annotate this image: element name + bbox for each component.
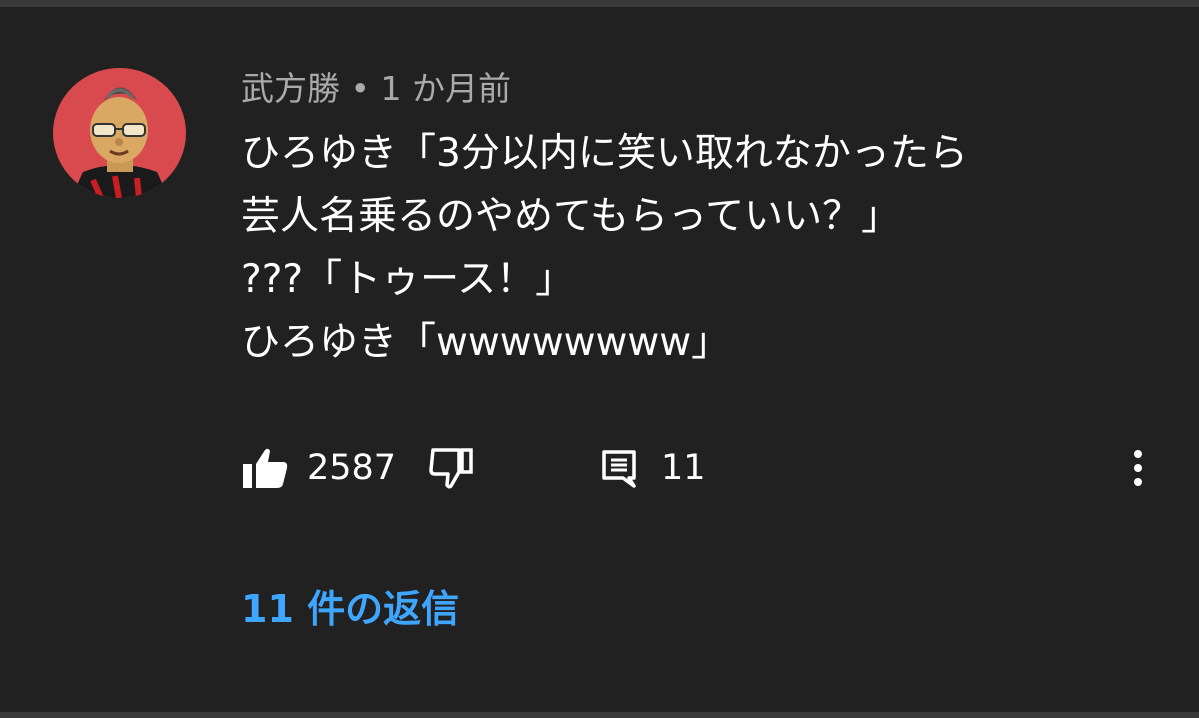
more-actions-button[interactable] (1123, 440, 1153, 496)
like-count: 2587 (307, 448, 397, 488)
vertical-ellipsis-icon[interactable] (1123, 446, 1153, 490)
thumbs-up-filled-icon[interactable] (241, 446, 289, 490)
comment-meta: 武方勝 • 1 か月前 (241, 66, 511, 112)
comment-text: ひろゆき「3分以内に笑い取れなかったら 芸人名乗るのやめてもらっていい？」 ??… (241, 122, 1161, 374)
dislike-control (429, 440, 477, 496)
comment-line: ひろゆき「3分以内に笑い取れなかったら (241, 131, 968, 176)
comment-icon[interactable] (601, 446, 637, 490)
comment-line: ???「トゥース！」 (241, 257, 575, 302)
comment-actions: 2587 11 (241, 440, 1161, 496)
comment-timestamp[interactable]: 1 か月前 (380, 69, 511, 108)
author-name[interactable]: 武方勝 (241, 69, 340, 108)
reply-control: 11 (601, 440, 706, 496)
comment-line: ひろゆき「wwwwwwww」 (241, 320, 731, 365)
view-replies-link[interactable]: 11 件の返信 (241, 583, 459, 635)
bottom-divider (0, 712, 1199, 718)
thumbs-down-outline-icon[interactable] (429, 446, 477, 490)
avatar[interactable] (53, 68, 186, 198)
avatar-image (53, 68, 186, 198)
meta-separator: • (350, 69, 370, 108)
top-divider (0, 0, 1199, 7)
reply-count: 11 (661, 448, 706, 488)
like-control: 2587 (241, 440, 396, 496)
comment-line: 芸人名乗るのやめてもらっていい？」 (241, 194, 901, 239)
